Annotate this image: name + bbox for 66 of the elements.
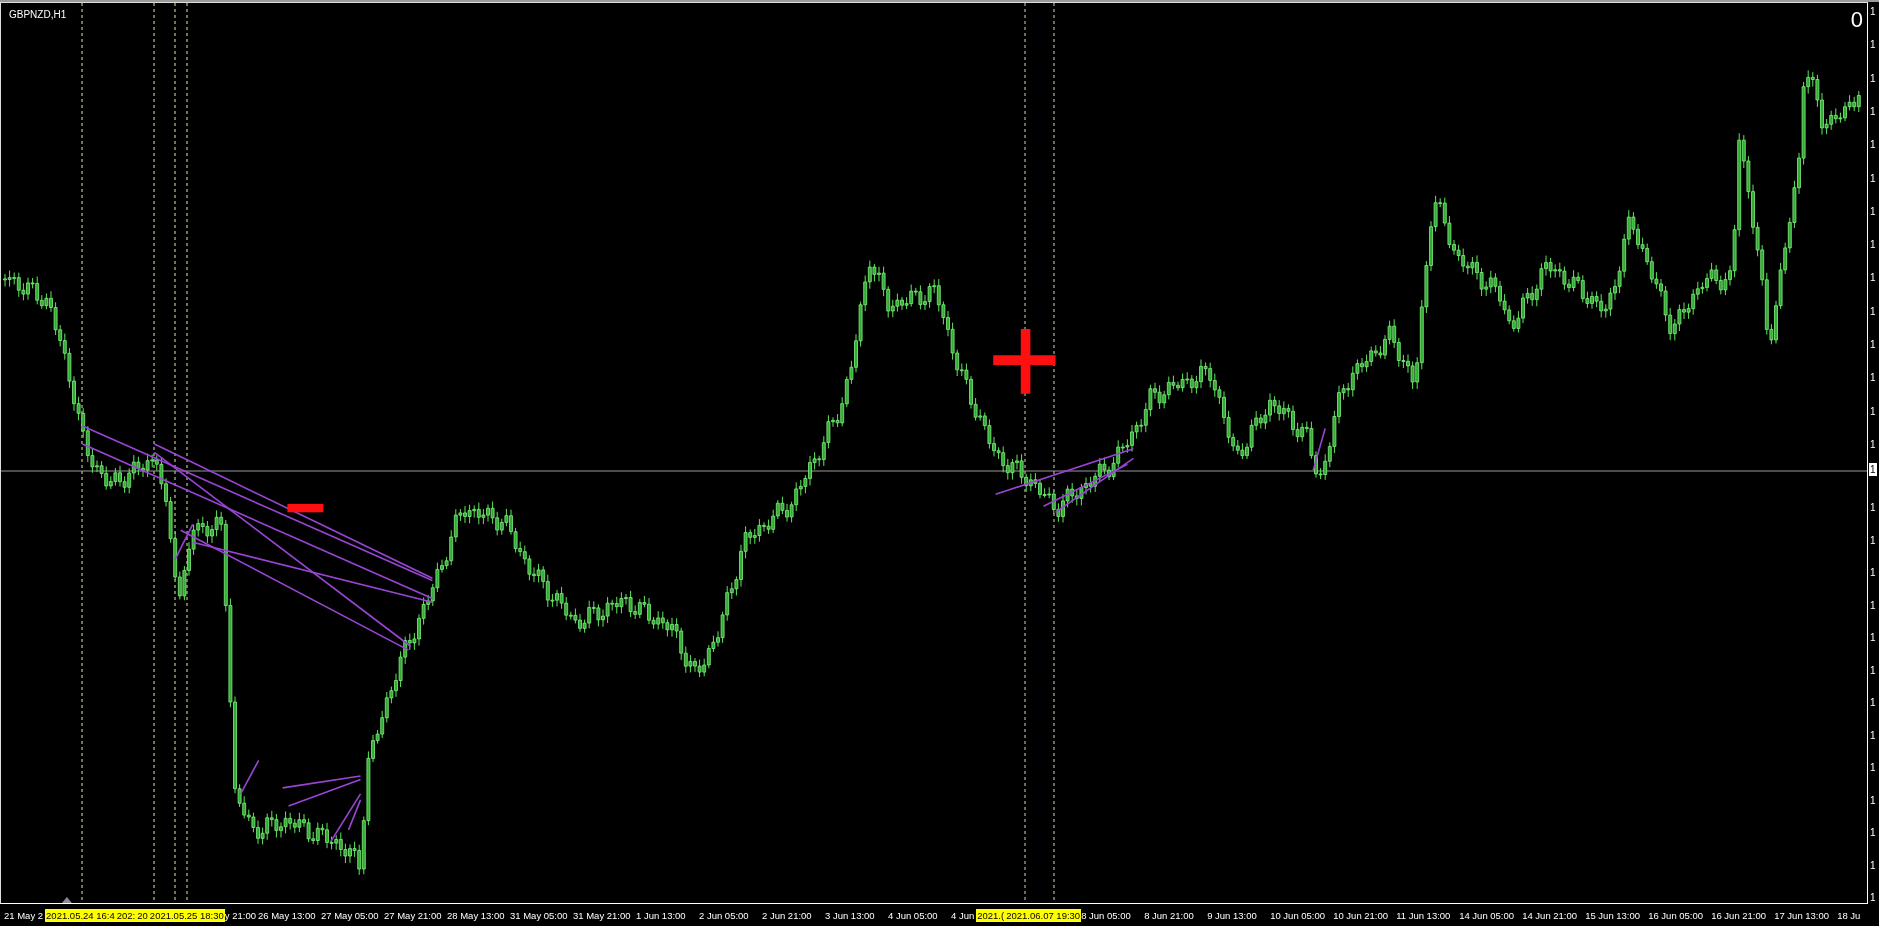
price-label: 1 bbox=[1870, 827, 1876, 839]
time-label: 8 Jun 21:00 bbox=[1144, 908, 1195, 922]
time-label: 16 Jun 05:00 bbox=[1648, 908, 1705, 922]
price-label: 1 bbox=[1870, 729, 1876, 742]
time-label: 27 May 05:00 bbox=[321, 908, 380, 922]
price-label: 1 bbox=[1870, 599, 1876, 612]
plus-icon bbox=[993, 328, 1056, 394]
time-marker-label: 2021.( bbox=[976, 908, 1006, 922]
price-label: 1 bbox=[1870, 172, 1876, 185]
time-label: 14 Jun 05:00 bbox=[1459, 908, 1516, 922]
time-label: 3 Jun 13:00 bbox=[825, 908, 876, 922]
time-label: 4 Jun bbox=[951, 908, 976, 922]
time-label: 10 Jun 21:00 bbox=[1333, 908, 1390, 922]
price-label: 1 bbox=[1870, 502, 1876, 514]
time-label: 4 Jun 05:00 bbox=[888, 908, 939, 922]
time-marker-label: 2021.05.24 16:4 bbox=[45, 908, 116, 922]
price-label: 1 bbox=[1870, 105, 1876, 118]
price-label: 1 bbox=[1870, 339, 1876, 351]
price-label: 1 bbox=[1870, 205, 1876, 218]
time-label: 10 Jun 05:00 bbox=[1270, 908, 1327, 922]
time-label: 17 Jun 13:00 bbox=[1774, 908, 1831, 922]
price-label: 1 bbox=[1870, 405, 1876, 418]
price-label: 1 bbox=[1870, 239, 1876, 252]
price-label: 1 bbox=[1870, 632, 1876, 644]
price-label: 1 bbox=[1870, 534, 1876, 547]
price-label: 1 bbox=[1870, 72, 1876, 85]
price-label: 1 bbox=[1870, 139, 1876, 152]
time-label: y 21:00 bbox=[224, 908, 257, 922]
time-label: 1 Jun 13:00 bbox=[636, 908, 687, 922]
time-label: 9 Jun 13:00 bbox=[1207, 908, 1258, 922]
time-label: 16 Jun 21:00 bbox=[1711, 908, 1768, 922]
time-label: 2 Jun 21:00 bbox=[762, 908, 813, 922]
time-marker-label: 2021.05.25 18:30 bbox=[148, 908, 225, 922]
time-marker-label: 20 bbox=[136, 908, 149, 922]
price-label: 1 bbox=[1870, 39, 1876, 52]
price-label: 1 bbox=[1870, 438, 1876, 451]
time-label: 2 Jun 05:00 bbox=[699, 908, 750, 922]
time-label: 8 Jun 05:00 bbox=[1081, 908, 1132, 922]
price-label: 1 bbox=[1870, 664, 1876, 677]
time-label: 18 Ju bbox=[1837, 908, 1862, 922]
time-marker-label: 202: bbox=[115, 908, 137, 922]
price-label: 1 bbox=[1870, 859, 1876, 872]
time-label: 26 May 13:00 bbox=[258, 908, 317, 922]
minus-icon bbox=[287, 503, 324, 513]
price-label: 1 bbox=[1870, 794, 1876, 807]
price-label: 1 bbox=[1870, 372, 1876, 385]
current-price-label: 1 bbox=[1869, 463, 1877, 476]
time-label: 15 Jun 13:00 bbox=[1585, 908, 1642, 922]
time-label: 14 Jun 21:00 bbox=[1522, 908, 1579, 922]
triangle-icon bbox=[61, 897, 72, 903]
time-label: 21 May 2 bbox=[4, 908, 45, 922]
time-marker-label: 2021.06.07 19:30 bbox=[1005, 908, 1082, 922]
price-label: 1 bbox=[1870, 697, 1876, 709]
time-label: 31 May 05:00 bbox=[510, 908, 569, 922]
corner-value: 0 bbox=[1850, 7, 1863, 33]
price-label: 1 bbox=[1870, 305, 1876, 318]
price-label: 1 bbox=[1870, 567, 1876, 579]
price-label: 1 bbox=[1870, 6, 1876, 18]
time-label: 28 May 13:00 bbox=[447, 908, 506, 922]
price-label: 1 bbox=[1870, 892, 1876, 904]
price-label: 1 bbox=[1870, 272, 1876, 285]
time-label: 27 May 21:00 bbox=[384, 908, 443, 922]
time-label: 11 Jun 13:00 bbox=[1396, 908, 1452, 922]
chart-symbol: GBPNZD,H1 bbox=[9, 9, 67, 20]
price-label: 1 bbox=[1870, 762, 1876, 774]
time-label: 31 May 21:00 bbox=[573, 908, 632, 922]
